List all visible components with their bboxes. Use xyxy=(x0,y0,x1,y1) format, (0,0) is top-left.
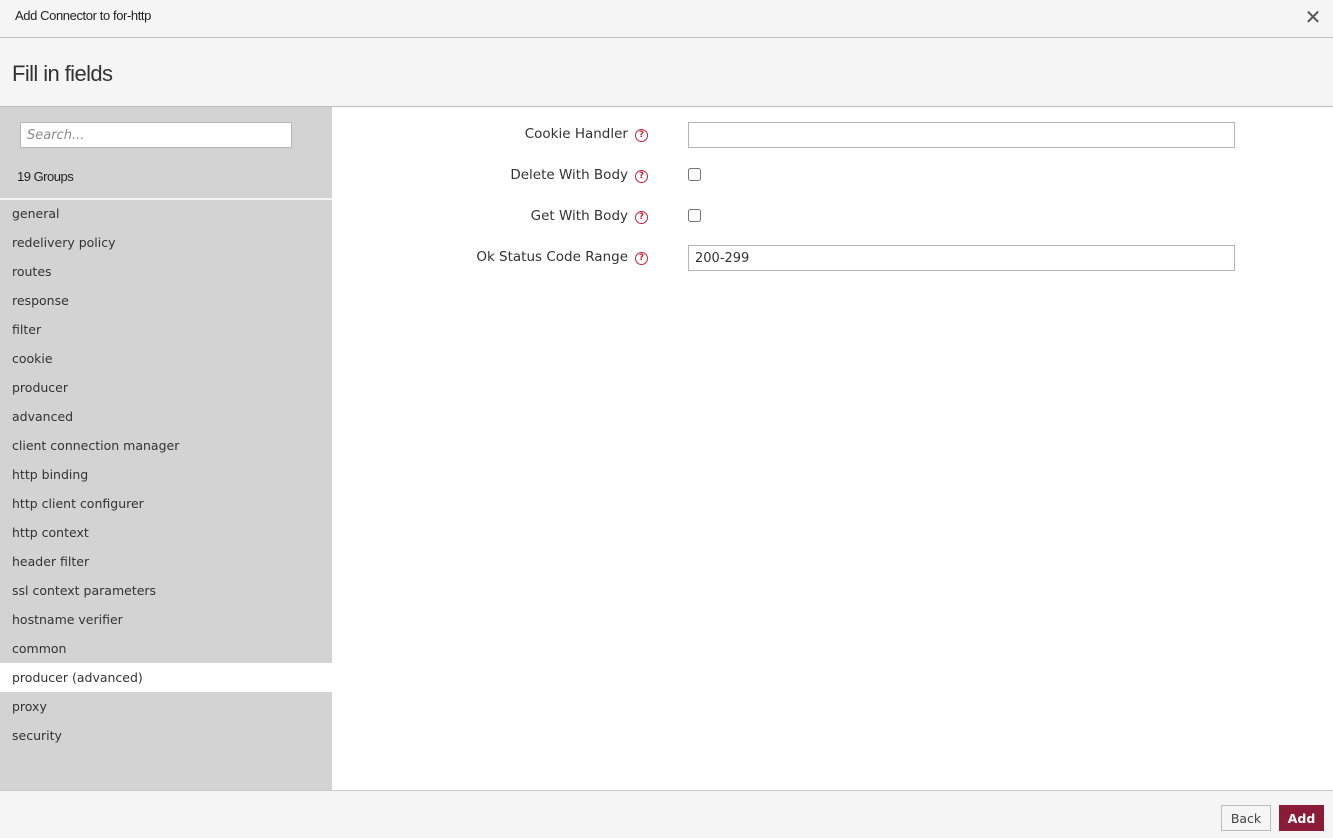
group-item[interactable]: http binding xyxy=(0,460,332,489)
group-item[interactable]: advanced xyxy=(0,402,332,431)
group-item[interactable]: header filter xyxy=(0,547,332,576)
group-item-active[interactable]: producer (advanced) xyxy=(0,663,332,692)
get-with-body-checkbox[interactable] xyxy=(688,209,701,222)
group-item[interactable]: filter xyxy=(0,315,332,344)
group-item[interactable]: proxy xyxy=(0,692,332,721)
help-icon[interactable]: ? xyxy=(635,211,648,224)
page-title: Fill in fields xyxy=(12,61,113,86)
cookie-handler-input[interactable] xyxy=(688,122,1235,148)
group-item[interactable]: routes xyxy=(0,257,332,286)
field-label: Get With Body xyxy=(530,208,628,224)
help-icon[interactable]: ? xyxy=(635,252,648,265)
group-item[interactable]: response xyxy=(0,286,332,315)
step-heading: Fill in fields xyxy=(0,38,1333,107)
group-item[interactable]: client connection manager xyxy=(0,431,332,460)
group-item[interactable]: hostname verifier xyxy=(0,605,332,634)
field-get-with-body: Get With Body ? xyxy=(332,204,1333,232)
group-item[interactable]: http client configurer xyxy=(0,489,332,518)
group-count: 19 Groups xyxy=(17,169,74,184)
ok-status-code-range-input[interactable] xyxy=(688,245,1235,271)
dialog-titlebar: Add Connector to for-http ✕ xyxy=(0,0,1333,38)
group-item[interactable]: general xyxy=(0,199,332,228)
group-item[interactable]: cookie xyxy=(0,344,332,373)
field-ok-status-code-range: Ok Status Code Range ? xyxy=(332,245,1333,273)
group-list: general redelivery policy routes respons… xyxy=(0,199,332,750)
close-icon[interactable]: ✕ xyxy=(1303,6,1323,28)
field-delete-with-body: Delete With Body ? xyxy=(332,163,1333,191)
form-panel: Cookie Handler ? Delete With Body ? Get … xyxy=(332,107,1333,790)
group-item[interactable]: security xyxy=(0,721,332,750)
dialog-title: Add Connector to for-http xyxy=(15,8,151,23)
group-item[interactable]: producer xyxy=(0,373,332,402)
delete-with-body-checkbox[interactable] xyxy=(688,168,701,181)
back-button[interactable]: Back xyxy=(1221,805,1271,831)
field-label: Delete With Body xyxy=(510,167,628,183)
help-icon[interactable]: ? xyxy=(635,170,648,183)
group-item[interactable]: http context xyxy=(0,518,332,547)
group-item[interactable]: ssl context parameters xyxy=(0,576,332,605)
group-item[interactable]: common xyxy=(0,634,332,663)
add-button[interactable]: Add xyxy=(1279,805,1324,831)
field-label: Ok Status Code Range xyxy=(476,249,628,265)
search-input[interactable] xyxy=(20,122,292,148)
dialog-footer: Back Add xyxy=(0,790,1333,838)
group-item[interactable]: redelivery policy xyxy=(0,228,332,257)
help-icon[interactable]: ? xyxy=(635,129,648,142)
groups-sidebar: 19 Groups general redelivery policy rout… xyxy=(0,107,332,790)
field-label: Cookie Handler xyxy=(524,126,628,142)
field-cookie-handler: Cookie Handler ? xyxy=(332,122,1333,150)
